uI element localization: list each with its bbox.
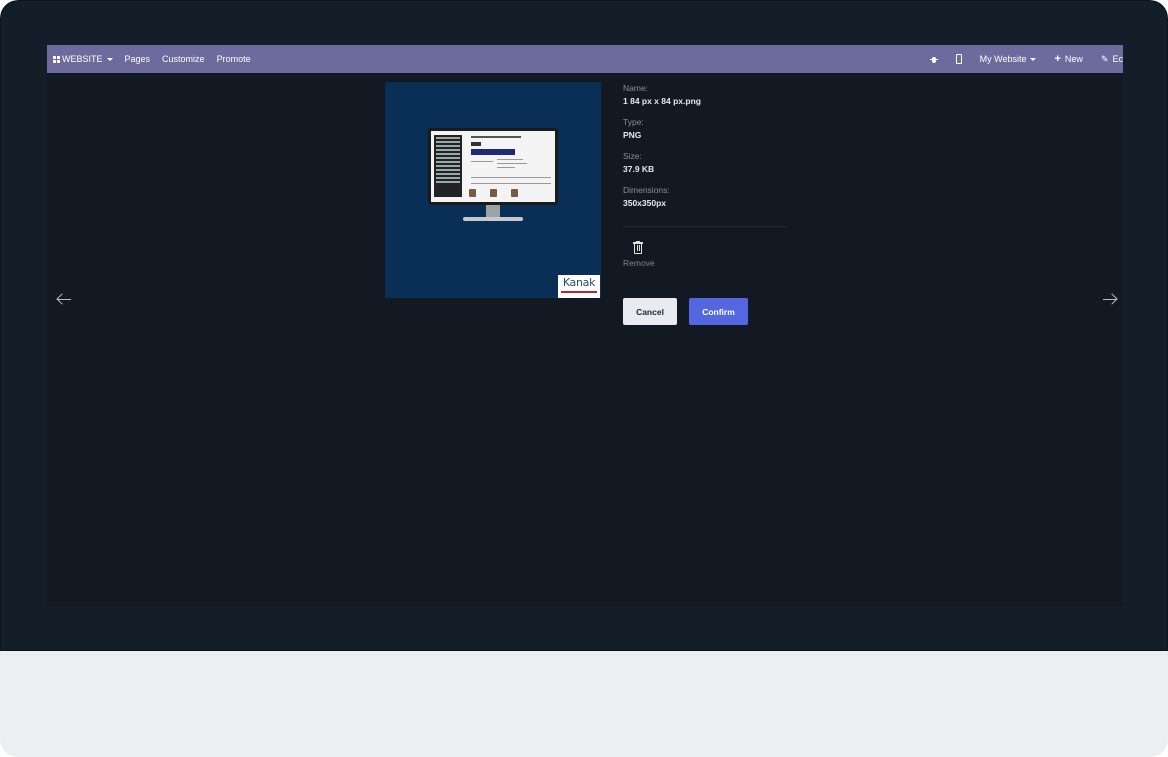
website-app-menu[interactable]: WEBSITE — [47, 45, 119, 73]
new-label: New — [1064, 54, 1083, 64]
type-value: PNG — [623, 130, 642, 140]
screen: WEBSITE Pages Customize Promote My Websi… — [47, 45, 1123, 606]
remove-button[interactable]: Remove — [623, 241, 657, 268]
bug-icon — [929, 55, 938, 64]
size-label: Size: — [623, 151, 642, 161]
name-label: Name: — [623, 83, 649, 93]
edit-button[interactable]: ✎ Ec — [1092, 45, 1123, 73]
name-value: 1 84 px x 84 px.png — [623, 96, 701, 106]
apps-icon — [53, 55, 60, 63]
new-button[interactable]: + New — [1045, 45, 1091, 73]
media-info-panel: Name: 1 84 px x 84 px.png Type: PNG Size… — [623, 83, 787, 219]
trash-icon — [633, 241, 643, 254]
mobile-icon — [955, 54, 962, 64]
navbar-right: My Website + New ✎ Ec — [921, 45, 1123, 73]
plus-icon: + — [1054, 53, 1061, 65]
caret-down-icon — [1030, 57, 1037, 61]
pencil-icon: ✎ — [1100, 53, 1109, 64]
cancel-button[interactable]: Cancel — [623, 298, 677, 325]
menu-promote[interactable]: Promote — [211, 45, 257, 73]
menu-customize[interactable]: Customize — [156, 45, 211, 73]
device-frame: WEBSITE Pages Customize Promote My Websi… — [0, 0, 1168, 757]
debug-button[interactable] — [921, 45, 947, 73]
dimensions-label: Dimensions: — [623, 185, 670, 195]
confirm-button[interactable]: Confirm — [689, 298, 748, 325]
website-app-label: WEBSITE — [62, 54, 103, 64]
menu-pages[interactable]: Pages — [119, 45, 157, 73]
edit-label: Ec — [1112, 54, 1123, 64]
arrow-left-icon[interactable] — [56, 292, 72, 305]
mobile-preview-button[interactable] — [947, 45, 971, 73]
info-divider — [623, 226, 787, 227]
media-preview-image: Kanak — [385, 82, 601, 298]
arrow-right-icon[interactable] — [1102, 292, 1118, 305]
monitor-illustration — [428, 128, 558, 205]
website-switcher-label: My Website — [979, 54, 1027, 64]
type-label: Type: — [623, 117, 644, 127]
size-value: 37.9 KB — [623, 164, 655, 174]
top-navbar: WEBSITE Pages Customize Promote My Websi… — [47, 45, 1123, 73]
remove-label: Remove — [623, 258, 655, 268]
navbar-left: WEBSITE Pages Customize Promote — [47, 45, 257, 73]
kanak-logo: Kanak — [558, 275, 600, 298]
caret-down-icon — [106, 57, 113, 61]
monitor-bezel: WEBSITE Pages Customize Promote My Websi… — [0, 0, 1168, 651]
website-switcher[interactable]: My Website — [971, 45, 1046, 73]
dimensions-value: 350x350px — [623, 198, 667, 208]
